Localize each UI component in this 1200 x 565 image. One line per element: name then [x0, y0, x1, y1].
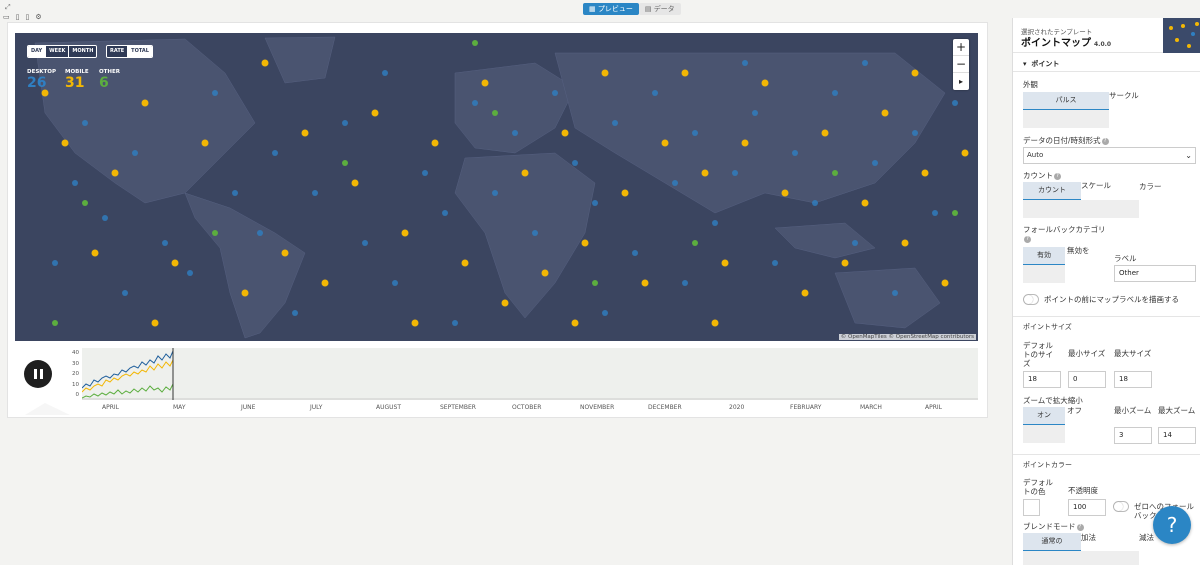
- blend-add[interactable]: 加法: [1081, 533, 1096, 542]
- period-toggle: DAY WEEK MONTH: [27, 45, 98, 58]
- count-label: カウント?: [1023, 171, 1061, 180]
- template-thumbnail[interactable]: [1163, 18, 1200, 53]
- timeline-pointer: [25, 403, 70, 415]
- total-button[interactable]: TOTAL: [128, 46, 152, 57]
- min-size-input[interactable]: 0: [1068, 371, 1106, 388]
- zoom-in-button[interactable]: +: [953, 39, 969, 56]
- tablet-icon[interactable]: ▯: [16, 13, 20, 21]
- timeline-y-axis: 40 30 20 10 0: [72, 350, 79, 398]
- help-icon[interactable]: ?: [1054, 172, 1061, 180]
- fallback-enabled[interactable]: 有効: [1023, 247, 1065, 265]
- default-size-input[interactable]: 18: [1023, 371, 1061, 388]
- stat-mobile: MOBILE 31: [65, 69, 89, 91]
- appearance-circle[interactable]: サークル: [1109, 91, 1139, 100]
- zoom-control: + − ▸: [953, 39, 969, 90]
- timeline-series-desktop: [82, 350, 174, 389]
- fallback-label-input[interactable]: Other: [1114, 265, 1196, 282]
- appearance-filler: [1023, 110, 1109, 128]
- stat-desktop: DESKTOP 26: [27, 69, 57, 91]
- date-format-label: データの日付/時刻形式?: [1023, 136, 1109, 145]
- count-option-scale[interactable]: スケール: [1081, 181, 1111, 190]
- mode-toggle: RATE TOTAL: [106, 45, 153, 58]
- table-icon: ▤: [644, 5, 654, 13]
- timeline-plot[interactable]: [82, 348, 978, 400]
- section-points[interactable]: ▾ ポイント: [1013, 56, 1200, 72]
- template-header: 選択されたテンプレート ポイントマップ 4.0.0: [1013, 18, 1200, 53]
- timeline: 40 30 20 10 0 APRIL MAY JUNE JULY AUGUST…: [15, 347, 978, 415]
- section-size: ポイントサイズ: [1023, 323, 1072, 331]
- zoom-scale-on[interactable]: オン: [1023, 407, 1065, 425]
- month-button[interactable]: MONTH: [69, 46, 97, 57]
- map[interactable]: DAY WEEK MONTH RATE TOTAL DESKTOP 26 MOB…: [15, 33, 978, 341]
- zoom-scale-off[interactable]: オフ: [1067, 406, 1082, 415]
- fallback-disabled[interactable]: 無効を: [1067, 246, 1090, 255]
- help-icon[interactable]: ?: [1076, 523, 1084, 531]
- map-attribution[interactable]: © OpenMapTiles © OpenStreetMap contribut…: [838, 334, 976, 340]
- chevron-down-icon: ⌄: [1185, 151, 1192, 160]
- collapse-icon[interactable]: ⤢: [5, 3, 11, 12]
- timeline-series-mobile: [82, 359, 174, 393]
- fallback-label: フォールバックカテゴリ?: [1023, 225, 1106, 243]
- opacity-input[interactable]: 100: [1068, 499, 1106, 516]
- blend-subtract[interactable]: 減法: [1139, 533, 1154, 542]
- settings-icon[interactable]: ⚙: [35, 13, 41, 21]
- map-basemap: [15, 33, 978, 341]
- appearance-pulse[interactable]: パルス: [1023, 92, 1109, 110]
- settings-sidebar: 選択されたテンプレート ポイントマップ 4.0.0 ▾ ポイント 外観 パルス サ…: [1012, 18, 1200, 565]
- draw-labels-toggle[interactable]: [1023, 294, 1039, 305]
- device-toolbar: ▭ ▯ ▯ ⚙: [3, 13, 42, 21]
- count-option-color[interactable]: カラー: [1139, 182, 1162, 191]
- view-tabs: ▦ プレビュー ▤ データ: [583, 3, 681, 15]
- tab-preview[interactable]: ▦ プレビュー: [583, 3, 639, 15]
- help-icon[interactable]: ?: [1101, 137, 1109, 145]
- timeline-series-other: [82, 383, 174, 399]
- rate-button[interactable]: RATE: [107, 46, 129, 57]
- default-color-swatch[interactable]: [1023, 499, 1040, 516]
- mobile-icon[interactable]: ▯: [25, 13, 29, 21]
- help-button[interactable]: ?: [1153, 506, 1191, 544]
- section-color: ポイントカラー: [1023, 461, 1072, 469]
- zoom-out-button[interactable]: −: [953, 56, 969, 73]
- blend-normal[interactable]: 通常の: [1023, 533, 1081, 551]
- min-zoom-input[interactable]: 3: [1114, 427, 1152, 444]
- chart-icon: ▦: [589, 5, 598, 13]
- count-option-count[interactable]: カウント: [1023, 182, 1081, 200]
- top-bar: ⤢ ▦ プレビュー ▤ データ: [0, 0, 1012, 18]
- pause-icon: [33, 369, 37, 379]
- max-zoom-input[interactable]: 14: [1158, 427, 1196, 444]
- date-format-select[interactable]: Auto ⌄: [1023, 147, 1196, 164]
- day-button[interactable]: DAY: [28, 46, 47, 57]
- pause-button[interactable]: [24, 360, 52, 388]
- stat-other: OTHER 6: [99, 69, 121, 91]
- timeline-chart: [82, 348, 978, 400]
- reset-view-button[interactable]: ▸: [953, 73, 969, 90]
- desktop-icon[interactable]: ▭: [3, 13, 10, 21]
- week-button[interactable]: WEEK: [46, 46, 70, 57]
- help-icon[interactable]: ?: [1024, 235, 1031, 243]
- zero-fallback-toggle[interactable]: [1113, 501, 1129, 512]
- tab-data[interactable]: ▤ データ: [638, 3, 681, 15]
- template-title: ポイントマップ 4.0.0: [1021, 38, 1112, 49]
- max-size-input[interactable]: 18: [1114, 371, 1152, 388]
- blend-label: ブレンドモード?: [1023, 522, 1084, 531]
